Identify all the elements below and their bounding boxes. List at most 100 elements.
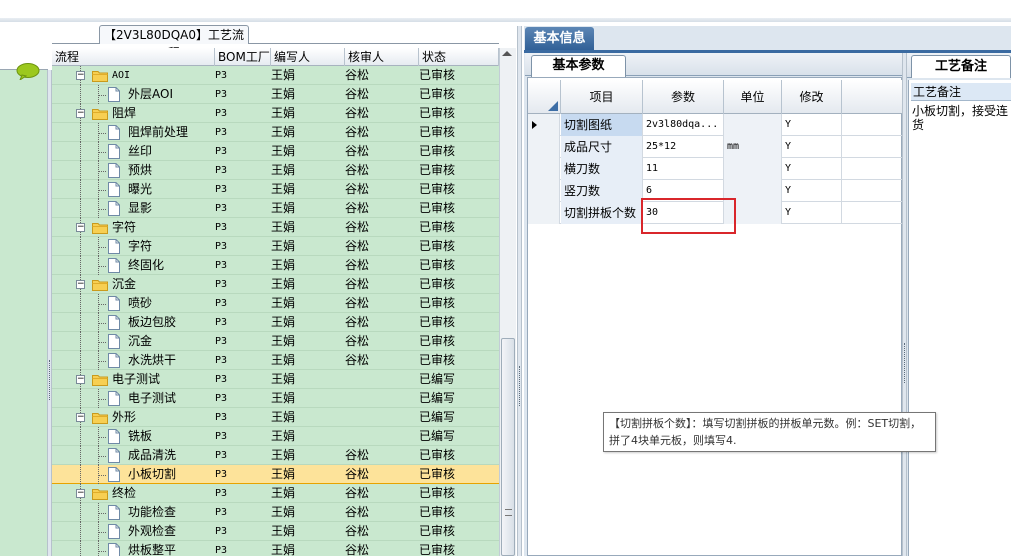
param-value-cell[interactable]: 25*12 xyxy=(643,136,724,158)
collapse-toggle-icon[interactable]: − xyxy=(76,109,85,118)
bom-cell: P3 xyxy=(215,203,228,214)
table-row[interactable]: 丝印 P3 王娟 谷松 已审核 xyxy=(52,142,499,161)
table-row[interactable]: 外观检查 P3 王娟 谷松 已审核 xyxy=(52,522,499,541)
table-row[interactable]: 阻焊前处理 P3 王娟 谷松 已审核 xyxy=(52,123,499,142)
params-col-unit[interactable]: 单位 xyxy=(724,80,782,114)
table-row[interactable]: 水洗烘干 P3 王娟 谷松 已审核 xyxy=(52,351,499,370)
param-modify-cell: Y xyxy=(782,136,842,158)
process-flow-grid[interactable]: 流程 BOM工厂 编写人 核审人 状态 − AOI P3 王娟 谷松 已审核 外层AOI P3… xyxy=(52,48,499,556)
col-header-editor[interactable]: 编写人 xyxy=(271,48,345,66)
tree-line xyxy=(80,541,81,556)
param-modify-cell: Y xyxy=(782,114,842,136)
status-cell: 已编写 xyxy=(419,410,456,424)
collapse-toggle-icon[interactable]: − xyxy=(76,413,85,422)
status-cell: 已审核 xyxy=(419,106,456,120)
table-row[interactable]: 电子测试 P3 王娟 已编写 xyxy=(52,389,499,408)
params-col-item[interactable]: 项目 xyxy=(561,80,643,114)
col-header-bom[interactable]: BOM工厂 xyxy=(215,48,271,66)
table-row[interactable]: 显影 P3 王娟 谷松 已审核 xyxy=(52,199,499,218)
flow-node-label: 沉金 xyxy=(112,277,137,291)
document-icon xyxy=(108,467,120,482)
table-row[interactable]: − 沉金 P3 王娟 谷松 已审核 xyxy=(52,275,499,294)
tree-line xyxy=(98,152,106,153)
tab-basic-params[interactable]: 基本参数 xyxy=(531,55,626,77)
table-row[interactable]: − AOI P3 王娟 谷松 已审核 xyxy=(52,66,499,85)
tree-line xyxy=(80,85,81,104)
row-indicator[interactable] xyxy=(528,158,560,180)
row-indicator[interactable] xyxy=(528,202,560,224)
flow-node-label: 水洗烘干 xyxy=(128,353,177,367)
flow-node-label: 字符 xyxy=(112,220,137,234)
param-modify-cell: Y xyxy=(782,180,842,202)
table-row[interactable]: 功能检查 P3 王娟 谷松 已审核 xyxy=(52,503,499,522)
middle-splitter[interactable] xyxy=(517,26,522,556)
tab-basic-info[interactable]: 基本信息 xyxy=(525,27,594,51)
table-row[interactable]: 外层AOI P3 王娟 谷松 已审核 xyxy=(52,85,499,104)
row-indicator[interactable] xyxy=(528,114,560,136)
flow-node-label: 曝光 xyxy=(128,182,153,196)
collapse-toggle-icon[interactable]: − xyxy=(76,71,85,80)
bom-cell: P3 xyxy=(215,450,228,461)
col-header-flow[interactable]: 流程 xyxy=(52,48,215,66)
bom-cell: P3 xyxy=(215,70,228,81)
right-splitter-grip xyxy=(904,343,906,383)
flow-node-label: 喷砂 xyxy=(128,296,153,310)
table-row[interactable]: 板边包胶 P3 王娟 谷松 已审核 xyxy=(52,313,499,332)
params-col-modify[interactable]: 修改 xyxy=(782,80,842,114)
document-icon xyxy=(108,543,120,556)
status-cell: 已审核 xyxy=(419,505,456,519)
row-indicator[interactable] xyxy=(528,180,560,202)
editor-cell: 王娟 xyxy=(271,239,296,253)
bom-cell: P3 xyxy=(215,184,228,195)
bom-cell: P3 xyxy=(215,393,228,404)
tree-line xyxy=(98,247,106,248)
table-row[interactable]: 沉金 P3 王娟 谷松 已审核 xyxy=(52,332,499,351)
tab-process-remarks[interactable]: 工艺备注 xyxy=(911,55,1011,78)
params-row[interactable]: 切割图纸 2v3l80dqa... Y xyxy=(528,114,903,136)
status-cell: 已审核 xyxy=(419,125,456,139)
param-value-cell[interactable]: 2v3l80dqa... xyxy=(643,114,724,136)
flow-node-label: 阻焊前处理 xyxy=(128,125,189,139)
remarks-panel: 工艺备注 小板切割，接受连货 xyxy=(908,80,1011,556)
table-row[interactable]: − 外形 P3 王娟 已编写 xyxy=(52,408,499,427)
collapse-toggle-icon[interactable]: − xyxy=(76,375,85,384)
table-row[interactable]: 曝光 P3 王娟 谷松 已审核 xyxy=(52,180,499,199)
scroll-up-arrow-icon[interactable] xyxy=(502,51,512,56)
table-row[interactable]: − 阻焊 P3 王娟 谷松 已审核 xyxy=(52,104,499,123)
status-cell: 已审核 xyxy=(419,353,456,367)
collapse-toggle-icon[interactable]: − xyxy=(76,223,85,232)
table-row[interactable]: 字符 P3 王娟 谷松 已审核 xyxy=(52,237,499,256)
param-value-cell[interactable]: 11 xyxy=(643,158,724,180)
bom-cell: P3 xyxy=(215,545,228,556)
table-row[interactable]: − 终检 P3 王娟 谷松 已审核 xyxy=(52,484,499,503)
params-col-param[interactable]: 参数 xyxy=(643,80,724,114)
chat-bubble-icon[interactable] xyxy=(16,63,40,80)
editor-cell: 王娟 xyxy=(271,106,296,120)
table-row[interactable]: − 字符 P3 王娟 谷松 已审核 xyxy=(52,218,499,237)
row-indicator[interactable] xyxy=(528,136,560,158)
col-header-status[interactable]: 状态 xyxy=(419,48,499,66)
col-header-reviewer[interactable]: 核审人 xyxy=(345,48,419,66)
table-row[interactable]: 预烘 P3 王娟 谷松 已审核 xyxy=(52,161,499,180)
params-row[interactable]: 横刀数 11 Y xyxy=(528,158,903,180)
right-splitter[interactable] xyxy=(902,53,907,556)
scrollbar-thumb[interactable] xyxy=(501,338,515,556)
current-row-arrow-icon xyxy=(532,121,537,129)
remarks-text[interactable]: 小板切割，接受连货 xyxy=(912,104,1011,132)
params-row[interactable]: 成品尺寸 25*12 mm Y xyxy=(528,136,903,158)
grid-header: 流程 BOM工厂 编写人 核审人 状态 xyxy=(52,48,499,66)
table-row[interactable]: 终固化 P3 王娟 谷松 已审核 xyxy=(52,256,499,275)
collapse-toggle-icon[interactable]: − xyxy=(76,489,85,498)
collapse-toggle-icon[interactable]: − xyxy=(76,280,85,289)
status-cell: 已审核 xyxy=(419,182,456,196)
table-row[interactable]: 喷砂 P3 王娟 谷松 已审核 xyxy=(52,294,499,313)
flow-node-label: 丝印 xyxy=(128,144,153,158)
reviewer-cell: 谷松 xyxy=(345,163,370,177)
flow-grid-scrollbar[interactable] xyxy=(499,48,516,556)
table-row[interactable]: 小板切割 P3 王娟 谷松 已审核 xyxy=(52,465,499,484)
tree-line xyxy=(80,180,81,199)
table-row[interactable]: 铣板 P3 王娟 已编写 xyxy=(52,427,499,446)
table-row[interactable]: 成品清洗 P3 王娟 谷松 已审核 xyxy=(52,446,499,465)
table-row[interactable]: 烘板整平 P3 王娟 谷松 已审核 xyxy=(52,541,499,556)
table-row[interactable]: − 电子测试 P3 王娟 已编写 xyxy=(52,370,499,389)
